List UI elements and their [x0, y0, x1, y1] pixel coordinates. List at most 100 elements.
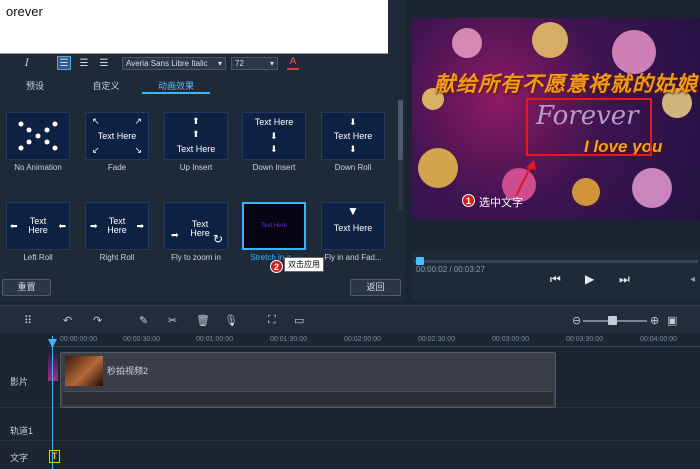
- time-ruler[interactable]: 00:00:00:00 00:00:30:00 00:01:00:00 00:0…: [48, 333, 700, 347]
- previous-frame-icon[interactable]: ⏮: [550, 272, 561, 287]
- next-frame-icon[interactable]: ⏭: [619, 272, 630, 287]
- scrub-bar[interactable]: [414, 260, 698, 263]
- animation-label: Fly in and Fad...: [324, 253, 382, 262]
- caption-text-value: orever: [6, 4, 43, 19]
- thumb-text: Text Here: [254, 117, 294, 127]
- thumb-text: Text Here: [261, 223, 287, 229]
- chevron-down-icon: ▾: [217, 59, 222, 68]
- playback-controls: 00:00:02 / 00:03:27 ⏮ ▶ ⏭ ◂: [412, 252, 700, 300]
- arrow-up-icon: ⬆: [192, 116, 200, 126]
- tab-presets[interactable]: 预设: [20, 78, 50, 94]
- ruler-tick-label: 00:03:30:00: [566, 336, 603, 343]
- bokeh-light: [572, 178, 600, 206]
- zoom-in-icon[interactable]: ⊕: [650, 314, 659, 327]
- arrow-up-icon: ⬆: [192, 129, 200, 139]
- bokeh-light: [452, 28, 482, 58]
- align-left-icon[interactable]: ☰: [57, 56, 71, 70]
- animation-left-roll[interactable]: ⬅ Text Here ⬅ Left Roll: [0, 202, 78, 268]
- scrub-handle[interactable]: [416, 257, 424, 265]
- arrow-down-icon: ⬇: [270, 131, 278, 141]
- animation-right-roll[interactable]: ➡ Text Here ➡ Right Roll: [77, 202, 157, 268]
- animation-label: Down Roll: [334, 163, 372, 172]
- arrow-left-icon: ⬅: [58, 221, 66, 231]
- align-right-icon[interactable]: ☰: [97, 56, 111, 70]
- back-button[interactable]: 返回: [350, 279, 401, 296]
- play-icon[interactable]: ▶: [585, 272, 594, 286]
- arrow-right-icon: ➡: [171, 230, 179, 240]
- video-clip[interactable]: 秒拍视频2: [60, 352, 556, 408]
- tab-custom[interactable]: 自定义: [86, 78, 126, 94]
- scrollbar-thumb[interactable]: [398, 100, 403, 160]
- thumb-text: Text Here: [333, 130, 373, 141]
- ruler-tick-label: 00:03:00:00: [492, 336, 529, 343]
- animation-label: Left Roll: [23, 253, 53, 262]
- animation-thumb: ↖ ↗ Text Here ↙ ↘: [85, 112, 149, 160]
- animation-down-roll[interactable]: ⬇ Text Here ⬇ Down Roll: [313, 112, 393, 178]
- preview-title-line: 献给所有不愿意将就的姑娘: [434, 73, 698, 96]
- thumb-text: Text Here: [333, 222, 373, 233]
- ruler-tick-label: 00:04:00:00: [640, 336, 677, 343]
- font-family-select[interactable]: Averia Sans Libre Italic ▾: [122, 57, 226, 70]
- style-tabs: 预设 自定义 动画效果: [0, 78, 400, 94]
- animation-thumb: ⬅ Text Here ⬅: [6, 202, 70, 250]
- animation-scrollbar[interactable]: [398, 100, 403, 210]
- instruction-note: 选中文字: [479, 197, 523, 209]
- arrow-icon: ↗: [134, 116, 142, 126]
- animation-thumb: Text Here ⬇ ⬇: [242, 112, 306, 160]
- video-preview[interactable]: 献给所有不愿意将就的姑娘 Forever I love you 1 选中文字: [412, 18, 700, 220]
- italic-button[interactable]: I: [20, 56, 34, 70]
- align-center-icon[interactable]: ☰: [77, 56, 91, 70]
- animation-grid: No Animation ↖ ↗ Text Here ↙ ↘ Fade ⬆ ⬆ …: [0, 100, 400, 280]
- animation-thumb: ▼ Text Here: [321, 202, 385, 250]
- font-family-value: Averia Sans Libre Italic: [126, 59, 208, 68]
- undo-icon[interactable]: ↶: [63, 314, 72, 327]
- grid-icon[interactable]: ⠿: [24, 314, 32, 327]
- screen-icon[interactable]: ▭: [294, 314, 304, 327]
- animation-label: Down Insert: [252, 163, 296, 172]
- ruler-tick-label: 00:00:00:00: [60, 336, 97, 343]
- microphone-icon[interactable]: 🎙: [224, 314, 238, 327]
- caption-text-field[interactable]: orever: [0, 0, 388, 54]
- thumb-text: Text Here: [190, 219, 210, 238]
- volume-icon[interactable]: ◂: [690, 274, 695, 285]
- animation-fade[interactable]: ↖ ↗ Text Here ↙ ↘ Fade: [77, 112, 157, 178]
- arrow-right-icon: ➡: [90, 221, 98, 231]
- audio-waveform: [63, 391, 553, 405]
- animation-fly-in-fade[interactable]: ▼ Text Here Fly in and Fad...: [313, 202, 393, 268]
- tab-animation[interactable]: 动画效果: [142, 78, 210, 94]
- reset-button[interactable]: 重置: [2, 279, 51, 296]
- text-clip[interactable]: T: [49, 450, 60, 463]
- scissors-icon[interactable]: ✂: [168, 314, 177, 327]
- animation-thumb: ➡ Text Here ➡: [85, 202, 149, 250]
- step-badge: 2: [270, 260, 283, 273]
- format-toolbar: I ☰ ☰ ☰ Averia Sans Libre Italic ▾ 72 ▾ …: [0, 56, 405, 74]
- rotate-icon: ↻: [212, 232, 223, 246]
- ruler-tick-label: 00:01:00:00: [196, 336, 233, 343]
- clip-thumbnail: [65, 356, 103, 386]
- animation-label: Fade: [107, 163, 127, 172]
- fit-timeline-icon[interactable]: ▣: [667, 314, 677, 327]
- animation-thumb: Text Here: [242, 202, 306, 250]
- animation-down-insert[interactable]: Text Here ⬇ ⬇ Down Insert: [234, 112, 314, 178]
- animation-thumb: [6, 112, 70, 160]
- animation-fly-zoom-in[interactable]: ➡ Text Here ↻ Fly to zoom in: [156, 202, 236, 268]
- zoom-out-icon[interactable]: ⊖: [572, 314, 581, 327]
- edit-icon[interactable]: ✎: [139, 314, 148, 327]
- media-thumbnail[interactable]: [48, 355, 58, 381]
- animation-up-insert[interactable]: ⬆ ⬆ Text Here Up Insert: [156, 112, 236, 178]
- animation-no-animation[interactable]: No Animation: [0, 112, 78, 178]
- trash-icon[interactable]: 🗑: [196, 314, 210, 327]
- thumb-text: Text Here: [176, 144, 216, 154]
- crop-icon[interactable]: ⛶: [268, 314, 276, 327]
- animation-label: Up Insert: [179, 163, 213, 172]
- animation-thumb: ⬆ ⬆ Text Here: [164, 112, 228, 160]
- instruction-tooltip: 双击应用: [284, 257, 324, 272]
- redo-icon[interactable]: ↷: [93, 314, 102, 327]
- ruler-tick-label: 00:02:00:00: [344, 336, 381, 343]
- text-color-button[interactable]: A: [287, 56, 299, 70]
- timecode-display: 00:00:02 / 00:03:27: [416, 265, 485, 274]
- arrow-down-icon: ⬇: [349, 117, 357, 127]
- arrow-icon: ↙: [92, 145, 100, 155]
- zoom-slider-handle[interactable]: [608, 316, 617, 325]
- font-size-select[interactable]: 72 ▾: [231, 57, 278, 70]
